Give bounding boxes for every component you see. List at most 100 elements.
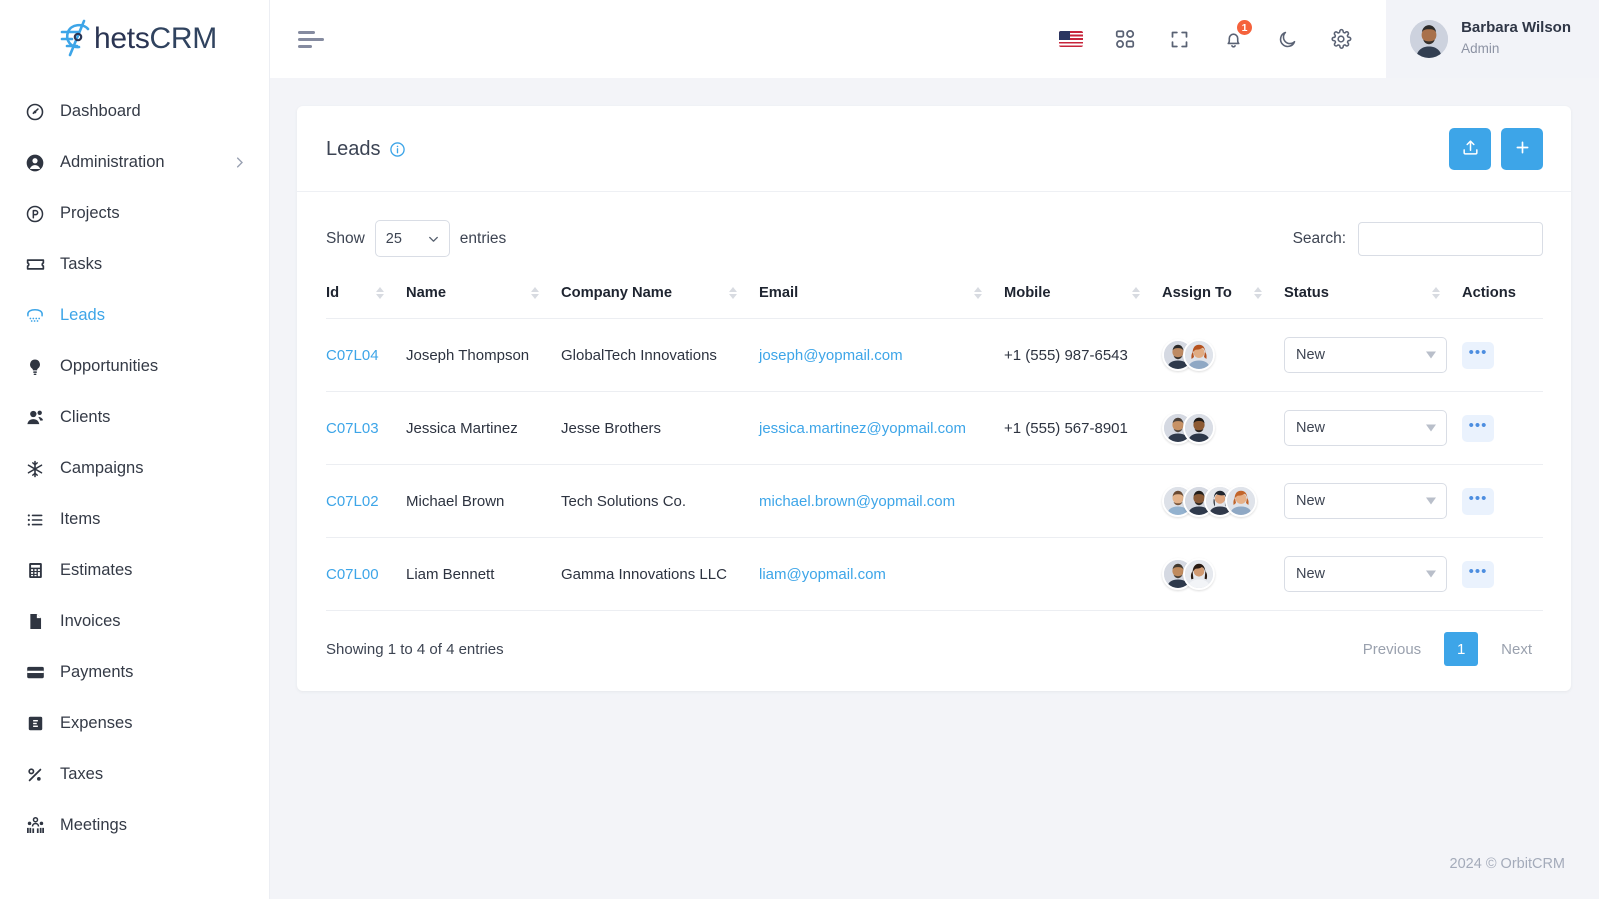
- user-profile-menu[interactable]: Barbara Wilson Admin: [1386, 0, 1599, 78]
- status-select[interactable]: New: [1284, 337, 1447, 373]
- status-select[interactable]: New: [1284, 556, 1447, 592]
- cell-name: Jessica Martinez: [406, 391, 561, 465]
- sidebar-item-clients[interactable]: Clients: [0, 392, 269, 443]
- avatar: [1183, 558, 1215, 590]
- cell-assignees: [1162, 464, 1284, 538]
- cell-mobile: +1 (555) 987-6543: [1004, 318, 1162, 392]
- avatar: [1225, 485, 1257, 517]
- hamburger-icon[interactable]: [298, 29, 324, 49]
- plus-icon: [1513, 138, 1532, 160]
- cell-actions: •••: [1462, 537, 1543, 611]
- table-row: C07L02 Michael Brown Tech Solutions Co. …: [326, 464, 1543, 538]
- sidebar-item-meetings[interactable]: Meetings: [0, 800, 269, 851]
- sidebar-item-leads[interactable]: Leads: [0, 290, 269, 341]
- sort-icon: [1432, 287, 1440, 299]
- notification-badge: 1: [1236, 19, 1254, 36]
- row-actions-button[interactable]: •••: [1462, 560, 1494, 588]
- table-body: C07L04 Joseph Thompson GlobalTech Innova…: [326, 318, 1543, 611]
- gear-icon[interactable]: [1328, 26, 1354, 52]
- column-header-assign-to[interactable]: Assign To: [1162, 275, 1284, 319]
- assignee-avatars[interactable]: [1162, 558, 1284, 590]
- lead-email-link[interactable]: michael.brown@yopmail.com: [759, 493, 955, 510]
- column-header-name[interactable]: Name: [406, 275, 561, 319]
- column-header-status[interactable]: Status: [1284, 275, 1462, 319]
- sidebar-item-estimates[interactable]: Estimates: [0, 545, 269, 596]
- sidebar-item-administration[interactable]: Administration: [0, 137, 269, 188]
- sidebar-item-dashboard[interactable]: Dashboard: [0, 86, 269, 137]
- column-header-company[interactable]: Company Name: [561, 275, 759, 319]
- group-icon: [24, 815, 46, 837]
- lead-email-link[interactable]: jessica.martinez@yopmail.com: [759, 420, 966, 437]
- bell-icon[interactable]: 1: [1220, 19, 1254, 52]
- show-label: Show: [326, 229, 365, 247]
- sidebar-item-opportunities[interactable]: Opportunities: [0, 341, 269, 392]
- import-leads-button[interactable]: [1449, 128, 1491, 170]
- pagination-previous[interactable]: Previous: [1352, 632, 1432, 666]
- assignee-avatars[interactable]: [1162, 485, 1284, 517]
- page-length-select[interactable]: 25: [374, 220, 450, 257]
- lead-id-link[interactable]: C07L04: [326, 347, 379, 364]
- cell-name: Liam Bennett: [406, 537, 561, 611]
- flag-us-icon[interactable]: [1058, 26, 1084, 52]
- entries-info: Showing 1 to 4 of 4 entries: [326, 640, 504, 658]
- chevron-right-icon: [232, 155, 247, 170]
- info-circle-icon[interactable]: [389, 141, 406, 158]
- lead-email-link[interactable]: liam@yopmail.com: [759, 566, 886, 583]
- sidebar-item-label: Campaigns: [60, 459, 144, 477]
- pagination: Previous 1 Next: [1352, 632, 1543, 666]
- people-icon: [24, 407, 46, 429]
- sidebar-item-expenses[interactable]: Expenses: [0, 698, 269, 749]
- topbar-right: 1 Barbara Wilson Admin: [1058, 0, 1599, 78]
- sidebar-item-projects[interactable]: Projects: [0, 188, 269, 239]
- cell-email: joseph@yopmail.com: [759, 318, 1004, 392]
- moon-icon[interactable]: [1274, 26, 1300, 52]
- lead-id-link[interactable]: C07L03: [326, 420, 379, 437]
- cell-assignees: [1162, 391, 1284, 465]
- add-lead-button[interactable]: [1501, 128, 1543, 170]
- cell-company: Tech Solutions Co.: [561, 464, 759, 538]
- cell-actions: •••: [1462, 318, 1543, 392]
- brand-logo[interactable]: hetsCRM: [0, 0, 269, 78]
- search-label: Search:: [1292, 229, 1346, 247]
- row-actions-button[interactable]: •••: [1462, 341, 1494, 369]
- pagination-page-1[interactable]: 1: [1444, 632, 1479, 666]
- lead-id-link[interactable]: C07L00: [326, 566, 379, 583]
- sidebar-item-invoices[interactable]: Invoices: [0, 596, 269, 647]
- sidebar-item-tasks[interactable]: Tasks: [0, 239, 269, 290]
- assignee-avatars[interactable]: [1162, 339, 1284, 371]
- project-circle-icon: [24, 203, 46, 225]
- pagination-next[interactable]: Next: [1490, 632, 1543, 666]
- column-header-email[interactable]: Email: [759, 275, 1004, 319]
- cell-mobile: +1 (555) 567-8901: [1004, 391, 1162, 465]
- table-row: C07L04 Joseph Thompson GlobalTech Innova…: [326, 318, 1543, 392]
- card-header: Leads: [297, 106, 1571, 192]
- cell-actions: •••: [1462, 464, 1543, 538]
- row-actions-button[interactable]: •••: [1462, 414, 1494, 442]
- column-header-mobile[interactable]: Mobile: [1004, 275, 1162, 319]
- lead-id-link[interactable]: C07L02: [326, 493, 379, 510]
- sidebar-item-label: Meetings: [60, 816, 127, 834]
- table-toolbar: Show 25 entries Search:: [326, 212, 1543, 275]
- sidebar-item-items[interactable]: Items: [0, 494, 269, 545]
- column-header-id[interactable]: Id: [326, 275, 406, 319]
- assignee-avatars[interactable]: [1162, 412, 1284, 444]
- percent-icon: [24, 764, 46, 786]
- status-select[interactable]: New: [1284, 483, 1447, 519]
- cell-mobile: [1004, 537, 1162, 611]
- sidebar-item-campaigns[interactable]: Campaigns: [0, 443, 269, 494]
- status-select[interactable]: New: [1284, 410, 1447, 446]
- search-input[interactable]: [1358, 221, 1543, 256]
- expense-box-icon: [24, 713, 46, 735]
- fullscreen-icon[interactable]: [1166, 26, 1192, 52]
- apps-grid-icon[interactable]: [1112, 26, 1138, 52]
- sidebar-item-taxes[interactable]: Taxes: [0, 749, 269, 800]
- sidebar-item-payments[interactable]: Payments: [0, 647, 269, 698]
- upload-icon: [1461, 138, 1480, 160]
- column-header-actions: Actions: [1462, 275, 1543, 319]
- lead-email-link[interactable]: joseph@yopmail.com: [759, 347, 903, 364]
- cell-id: C07L00: [326, 537, 406, 611]
- calculator-icon: [24, 560, 46, 582]
- row-actions-button[interactable]: •••: [1462, 487, 1494, 515]
- search-control: Search:: [1292, 221, 1543, 256]
- cell-id: C07L02: [326, 464, 406, 538]
